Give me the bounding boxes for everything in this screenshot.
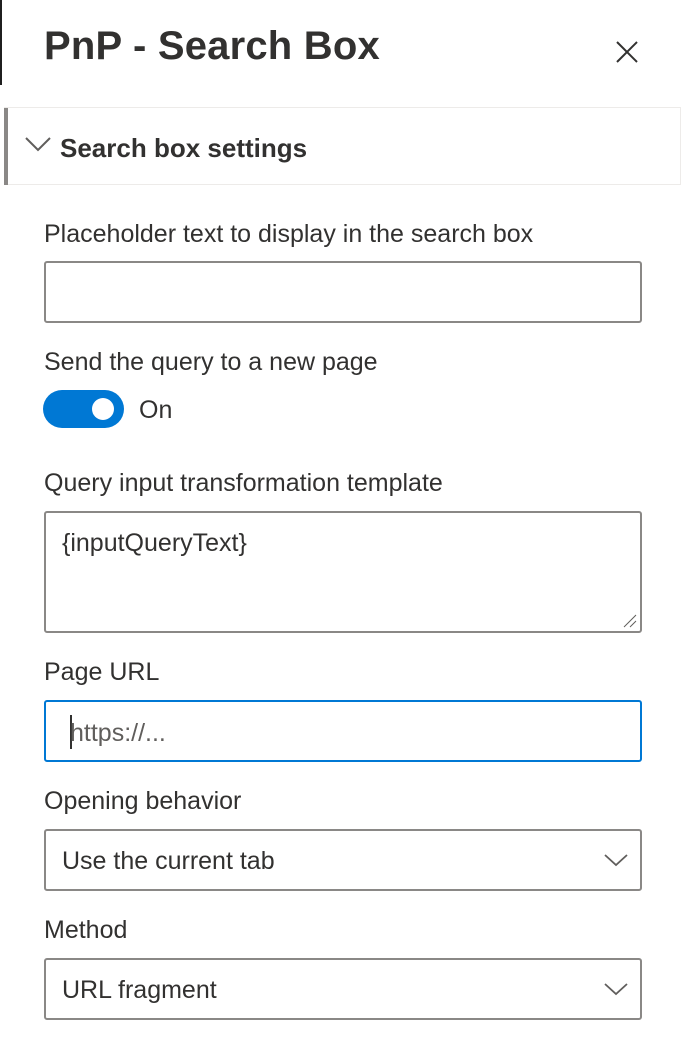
resize-grip-icon[interactable] — [620, 611, 638, 629]
method-dropdown[interactable]: URL fragment — [44, 958, 642, 1020]
group-header-label: Search box settings — [60, 133, 308, 163]
method-selected: URL fragment — [62, 976, 217, 1004]
chevron-down-icon — [604, 983, 628, 996]
send-query-toggle[interactable] — [43, 390, 124, 428]
placeholder-text-input[interactable] — [44, 261, 642, 323]
opening-behavior-dropdown[interactable]: Use the current tab — [44, 829, 642, 891]
query-template-label: Query input transformation template — [44, 469, 443, 497]
method-label: Method — [44, 916, 128, 944]
page-url-placeholder: https://... — [70, 719, 166, 747]
placeholder-text-label: Placeholder text to display in the searc… — [44, 220, 534, 248]
page-url-label: Page URL — [44, 658, 160, 686]
pane-title: PnP - Search Box — [44, 24, 380, 68]
opening-behavior-label: Opening behavior — [44, 787, 242, 815]
toggle-state-text: On — [139, 396, 173, 424]
chevron-down-icon — [604, 854, 628, 867]
query-template-value: {inputQueryText} — [62, 529, 247, 557]
opening-behavior-selected: Use the current tab — [62, 847, 275, 875]
pane-header: PnP - Search Box — [0, 0, 683, 100]
send-query-label: Send the query to a new page — [44, 348, 378, 376]
group-accent-bar — [4, 108, 8, 185]
property-pane: PnP - Search Box Search box settings Pla… — [0, 0, 683, 1059]
query-template-textarea[interactable]: {inputQueryText} — [44, 511, 642, 633]
toggle-knob — [92, 398, 114, 420]
group-header-search-box-settings[interactable]: Search box settings — [4, 107, 681, 185]
close-button[interactable] — [605, 30, 649, 74]
close-icon — [616, 41, 638, 63]
chevron-down-icon — [25, 137, 51, 152]
page-url-input[interactable]: https://... — [44, 700, 642, 762]
